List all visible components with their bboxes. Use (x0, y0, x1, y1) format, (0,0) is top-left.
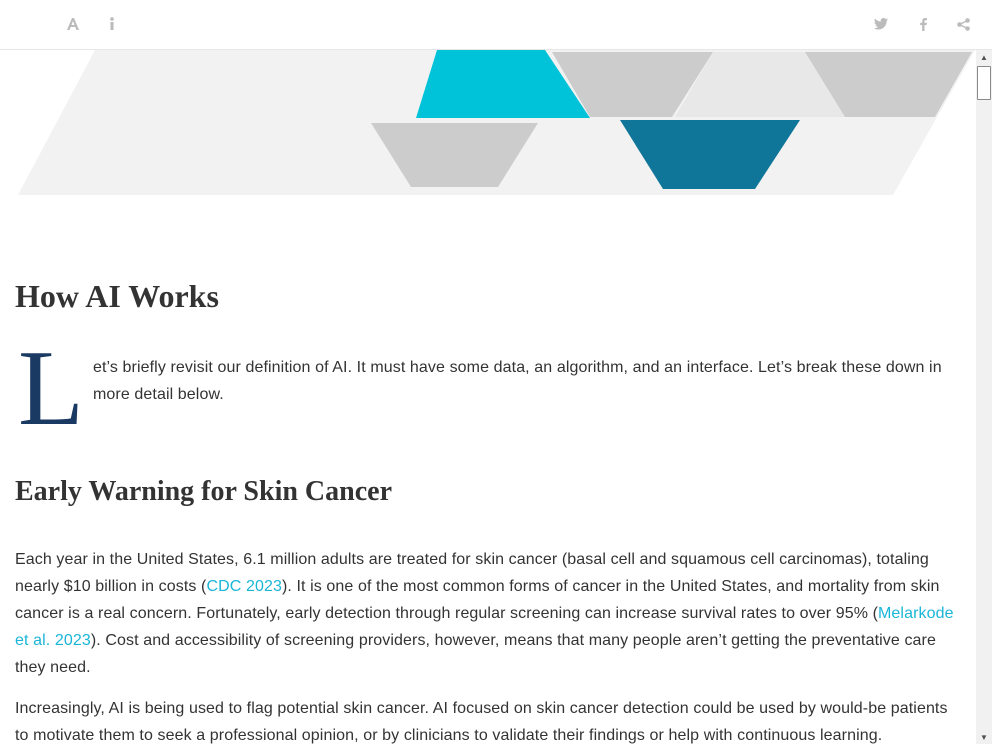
scroll-down-arrow-icon[interactable]: ▼ (976, 730, 992, 744)
share-icon[interactable] (953, 14, 973, 34)
scroll-up-arrow-icon[interactable]: ▲ (976, 50, 992, 64)
skin-cancer-paragraph: Each year in the United States, 6.1 mill… (15, 546, 965, 681)
hero-banner-graphic (18, 50, 975, 195)
heading-early-warning: Early Warning for Skin Cancer (15, 476, 393, 507)
paragraph-text: ). Cost and accessibility of screening p… (15, 632, 936, 676)
top-toolbar (0, 0, 992, 50)
article-content: How AI Works L et’s briefly revisit our … (0, 50, 976, 744)
info-icon[interactable] (102, 14, 122, 34)
facebook-icon[interactable] (913, 14, 933, 34)
twitter-icon[interactable] (871, 14, 891, 34)
citation-link-cdc[interactable]: CDC 2023 (206, 578, 282, 595)
ai-detection-paragraph: Increasingly, AI is being used to flag p… (15, 700, 948, 744)
heading-how-ai-works: How AI Works (15, 278, 219, 314)
font-size-icon[interactable] (63, 14, 83, 34)
scrollbar-thumb[interactable] (977, 66, 991, 100)
intro-paragraph: et’s briefly revisit our definition of A… (93, 359, 942, 403)
vertical-scrollbar[interactable]: ▲ ▼ (976, 50, 992, 744)
drop-cap-letter: L (18, 329, 84, 448)
